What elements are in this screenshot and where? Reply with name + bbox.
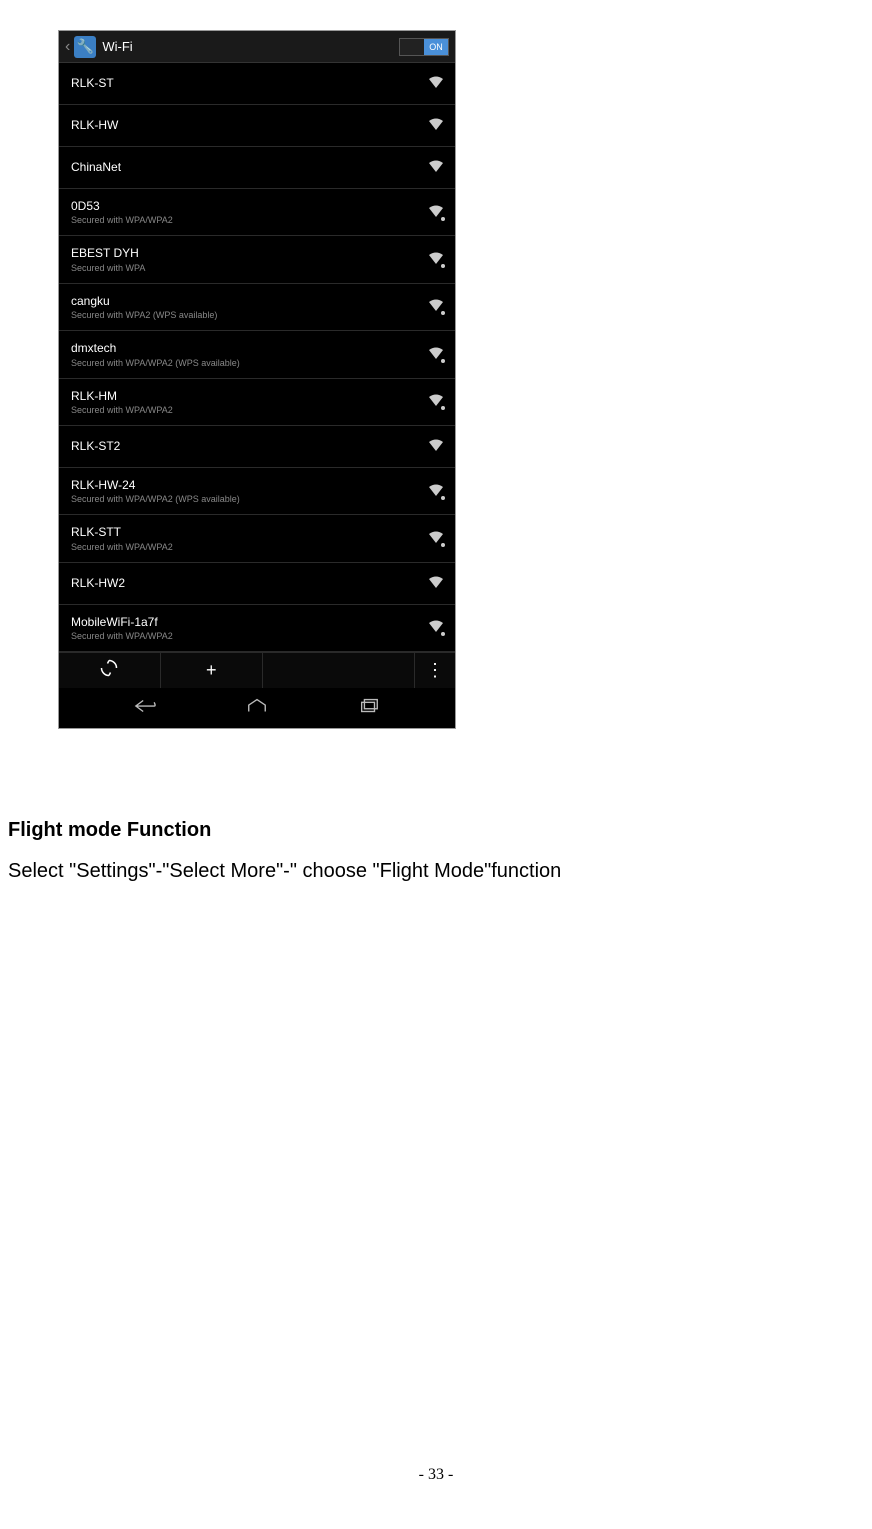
wifi-network-name: RLK-ST xyxy=(71,76,429,90)
wifi-network-name: RLK-HM xyxy=(71,389,429,403)
wifi-item-text: RLK-STT Secured with WPA/WPA2 xyxy=(71,525,429,551)
action-bar: + ⋮ xyxy=(59,652,455,688)
wifi-signal-icon xyxy=(429,118,443,133)
wifi-network-name: EBEST DYH xyxy=(71,246,429,260)
wifi-network-item[interactable]: RLK-ST xyxy=(59,63,455,105)
wifi-network-name: ChinaNet xyxy=(71,160,429,174)
wifi-item-text: dmxtech Secured with WPA/WPA2 (WPS availa… xyxy=(71,341,429,367)
wifi-item-text: RLK-HM Secured with WPA/WPA2 xyxy=(71,389,429,415)
wifi-item-text: RLK-HW-24 Secured with WPA/WPA2 (WPS avai… xyxy=(71,478,429,504)
wifi-network-security: Secured with WPA xyxy=(71,263,429,273)
page-number: - 33 - xyxy=(0,1466,872,1484)
toggle-on-half: ON xyxy=(424,39,448,55)
android-nav-bar xyxy=(59,688,455,728)
wifi-signal-locked-icon xyxy=(429,484,443,499)
wps-icon xyxy=(100,659,118,682)
wifi-network-item[interactable]: RLK-HW2 xyxy=(59,563,455,605)
kebab-icon: ⋮ xyxy=(426,660,444,681)
wifi-item-text: RLK-HW2 xyxy=(71,576,429,590)
wifi-network-name: RLK-HW-24 xyxy=(71,478,429,492)
wifi-signal-icon xyxy=(429,76,443,91)
wifi-network-item[interactable]: EBEST DYH Secured with WPA xyxy=(59,236,455,283)
add-network-button[interactable]: + xyxy=(161,653,263,688)
wifi-item-text: EBEST DYH Secured with WPA xyxy=(71,246,429,272)
recent-nav-icon[interactable] xyxy=(358,698,380,719)
wifi-item-text: 0D53 Secured with WPA/WPA2 xyxy=(71,199,429,225)
wifi-network-security: Secured with WPA/WPA2 xyxy=(71,215,429,225)
wifi-network-security: Secured with WPA2 (WPS available) xyxy=(71,310,429,320)
wifi-toggle[interactable]: ON xyxy=(399,38,449,56)
wifi-network-item[interactable]: MobileWiFi-1a7f Secured with WPA/WPA2 xyxy=(59,605,455,652)
wifi-network-name: RLK-ST2 xyxy=(71,439,429,453)
wifi-network-name: cangku xyxy=(71,294,429,308)
wifi-signal-locked-icon xyxy=(429,299,443,314)
wifi-network-name: RLK-STT xyxy=(71,525,429,539)
wifi-network-item[interactable]: RLK-STT Secured with WPA/WPA2 xyxy=(59,515,455,562)
section-body: Select "Settings"-"Select More"-" choose… xyxy=(8,860,867,883)
wifi-settings-screenshot: ‹ 🔧 Wi-Fi ON RLK-ST RLK-HW ChinaNet 0D53 Sec… xyxy=(58,30,456,729)
plus-icon: + xyxy=(206,660,217,681)
overflow-menu-button[interactable]: ⋮ xyxy=(415,653,455,688)
wifi-network-name: RLK-HW xyxy=(71,118,429,132)
wifi-network-item[interactable]: RLK-ST2 xyxy=(59,426,455,468)
wifi-signal-locked-icon xyxy=(429,394,443,409)
wifi-item-text: cangku Secured with WPA2 (WPS available) xyxy=(71,294,429,320)
wifi-network-list: RLK-ST RLK-HW ChinaNet 0D53 Secured with WPA… xyxy=(59,63,455,652)
wifi-item-text: RLK-ST xyxy=(71,76,429,90)
wifi-item-text: ChinaNet xyxy=(71,160,429,174)
section-heading: Flight mode Function xyxy=(8,819,867,842)
wifi-network-item[interactable]: RLK-HM Secured with WPA/WPA2 xyxy=(59,379,455,426)
wifi-network-item[interactable]: dmxtech Secured with WPA/WPA2 (WPS availa… xyxy=(59,331,455,378)
wifi-network-name: RLK-HW2 xyxy=(71,576,429,590)
wifi-signal-icon xyxy=(429,160,443,175)
wifi-signal-icon xyxy=(429,576,443,591)
wifi-network-security: Secured with WPA/WPA2 xyxy=(71,405,429,415)
wifi-signal-locked-icon xyxy=(429,205,443,220)
wifi-network-security: Secured with WPA/WPA2 xyxy=(71,631,429,641)
wrench-icon: 🔧 xyxy=(77,38,94,55)
wifi-network-security: Secured with WPA/WPA2 (WPS available) xyxy=(71,358,429,368)
wifi-network-item[interactable]: cangku Secured with WPA2 (WPS available) xyxy=(59,284,455,331)
wifi-network-item[interactable]: ChinaNet xyxy=(59,147,455,189)
wifi-network-item[interactable]: RLK-HW-24 Secured with WPA/WPA2 (WPS avai… xyxy=(59,468,455,515)
wifi-signal-icon xyxy=(429,439,443,454)
wifi-item-text: RLK-HW xyxy=(71,118,429,132)
action-spacer xyxy=(263,653,415,688)
page-content: ‹ 🔧 Wi-Fi ON RLK-ST RLK-HW ChinaNet 0D53 Sec… xyxy=(0,0,872,883)
wifi-network-name: dmxtech xyxy=(71,341,429,355)
wifi-signal-locked-icon xyxy=(429,347,443,362)
wifi-network-item[interactable]: RLK-HW xyxy=(59,105,455,147)
back-nav-icon[interactable] xyxy=(134,698,156,719)
phone-header: ‹ 🔧 Wi-Fi ON xyxy=(59,31,455,63)
header-title: Wi-Fi xyxy=(102,39,399,54)
toggle-off-half xyxy=(400,39,424,55)
wifi-item-text: RLK-ST2 xyxy=(71,439,429,453)
wifi-signal-locked-icon xyxy=(429,531,443,546)
home-nav-icon[interactable] xyxy=(246,698,268,719)
wifi-network-security: Secured with WPA/WPA2 (WPS available) xyxy=(71,494,429,504)
wifi-item-text: MobileWiFi-1a7f Secured with WPA/WPA2 xyxy=(71,615,429,641)
settings-icon[interactable]: 🔧 xyxy=(74,36,96,58)
wifi-network-name: MobileWiFi-1a7f xyxy=(71,615,429,629)
wifi-network-item[interactable]: 0D53 Secured with WPA/WPA2 xyxy=(59,189,455,236)
wifi-signal-locked-icon xyxy=(429,252,443,267)
wifi-signal-locked-icon xyxy=(429,620,443,635)
wifi-network-security: Secured with WPA/WPA2 xyxy=(71,542,429,552)
back-icon[interactable]: ‹ xyxy=(65,38,70,56)
wps-button[interactable] xyxy=(59,653,161,688)
wifi-network-name: 0D53 xyxy=(71,199,429,213)
